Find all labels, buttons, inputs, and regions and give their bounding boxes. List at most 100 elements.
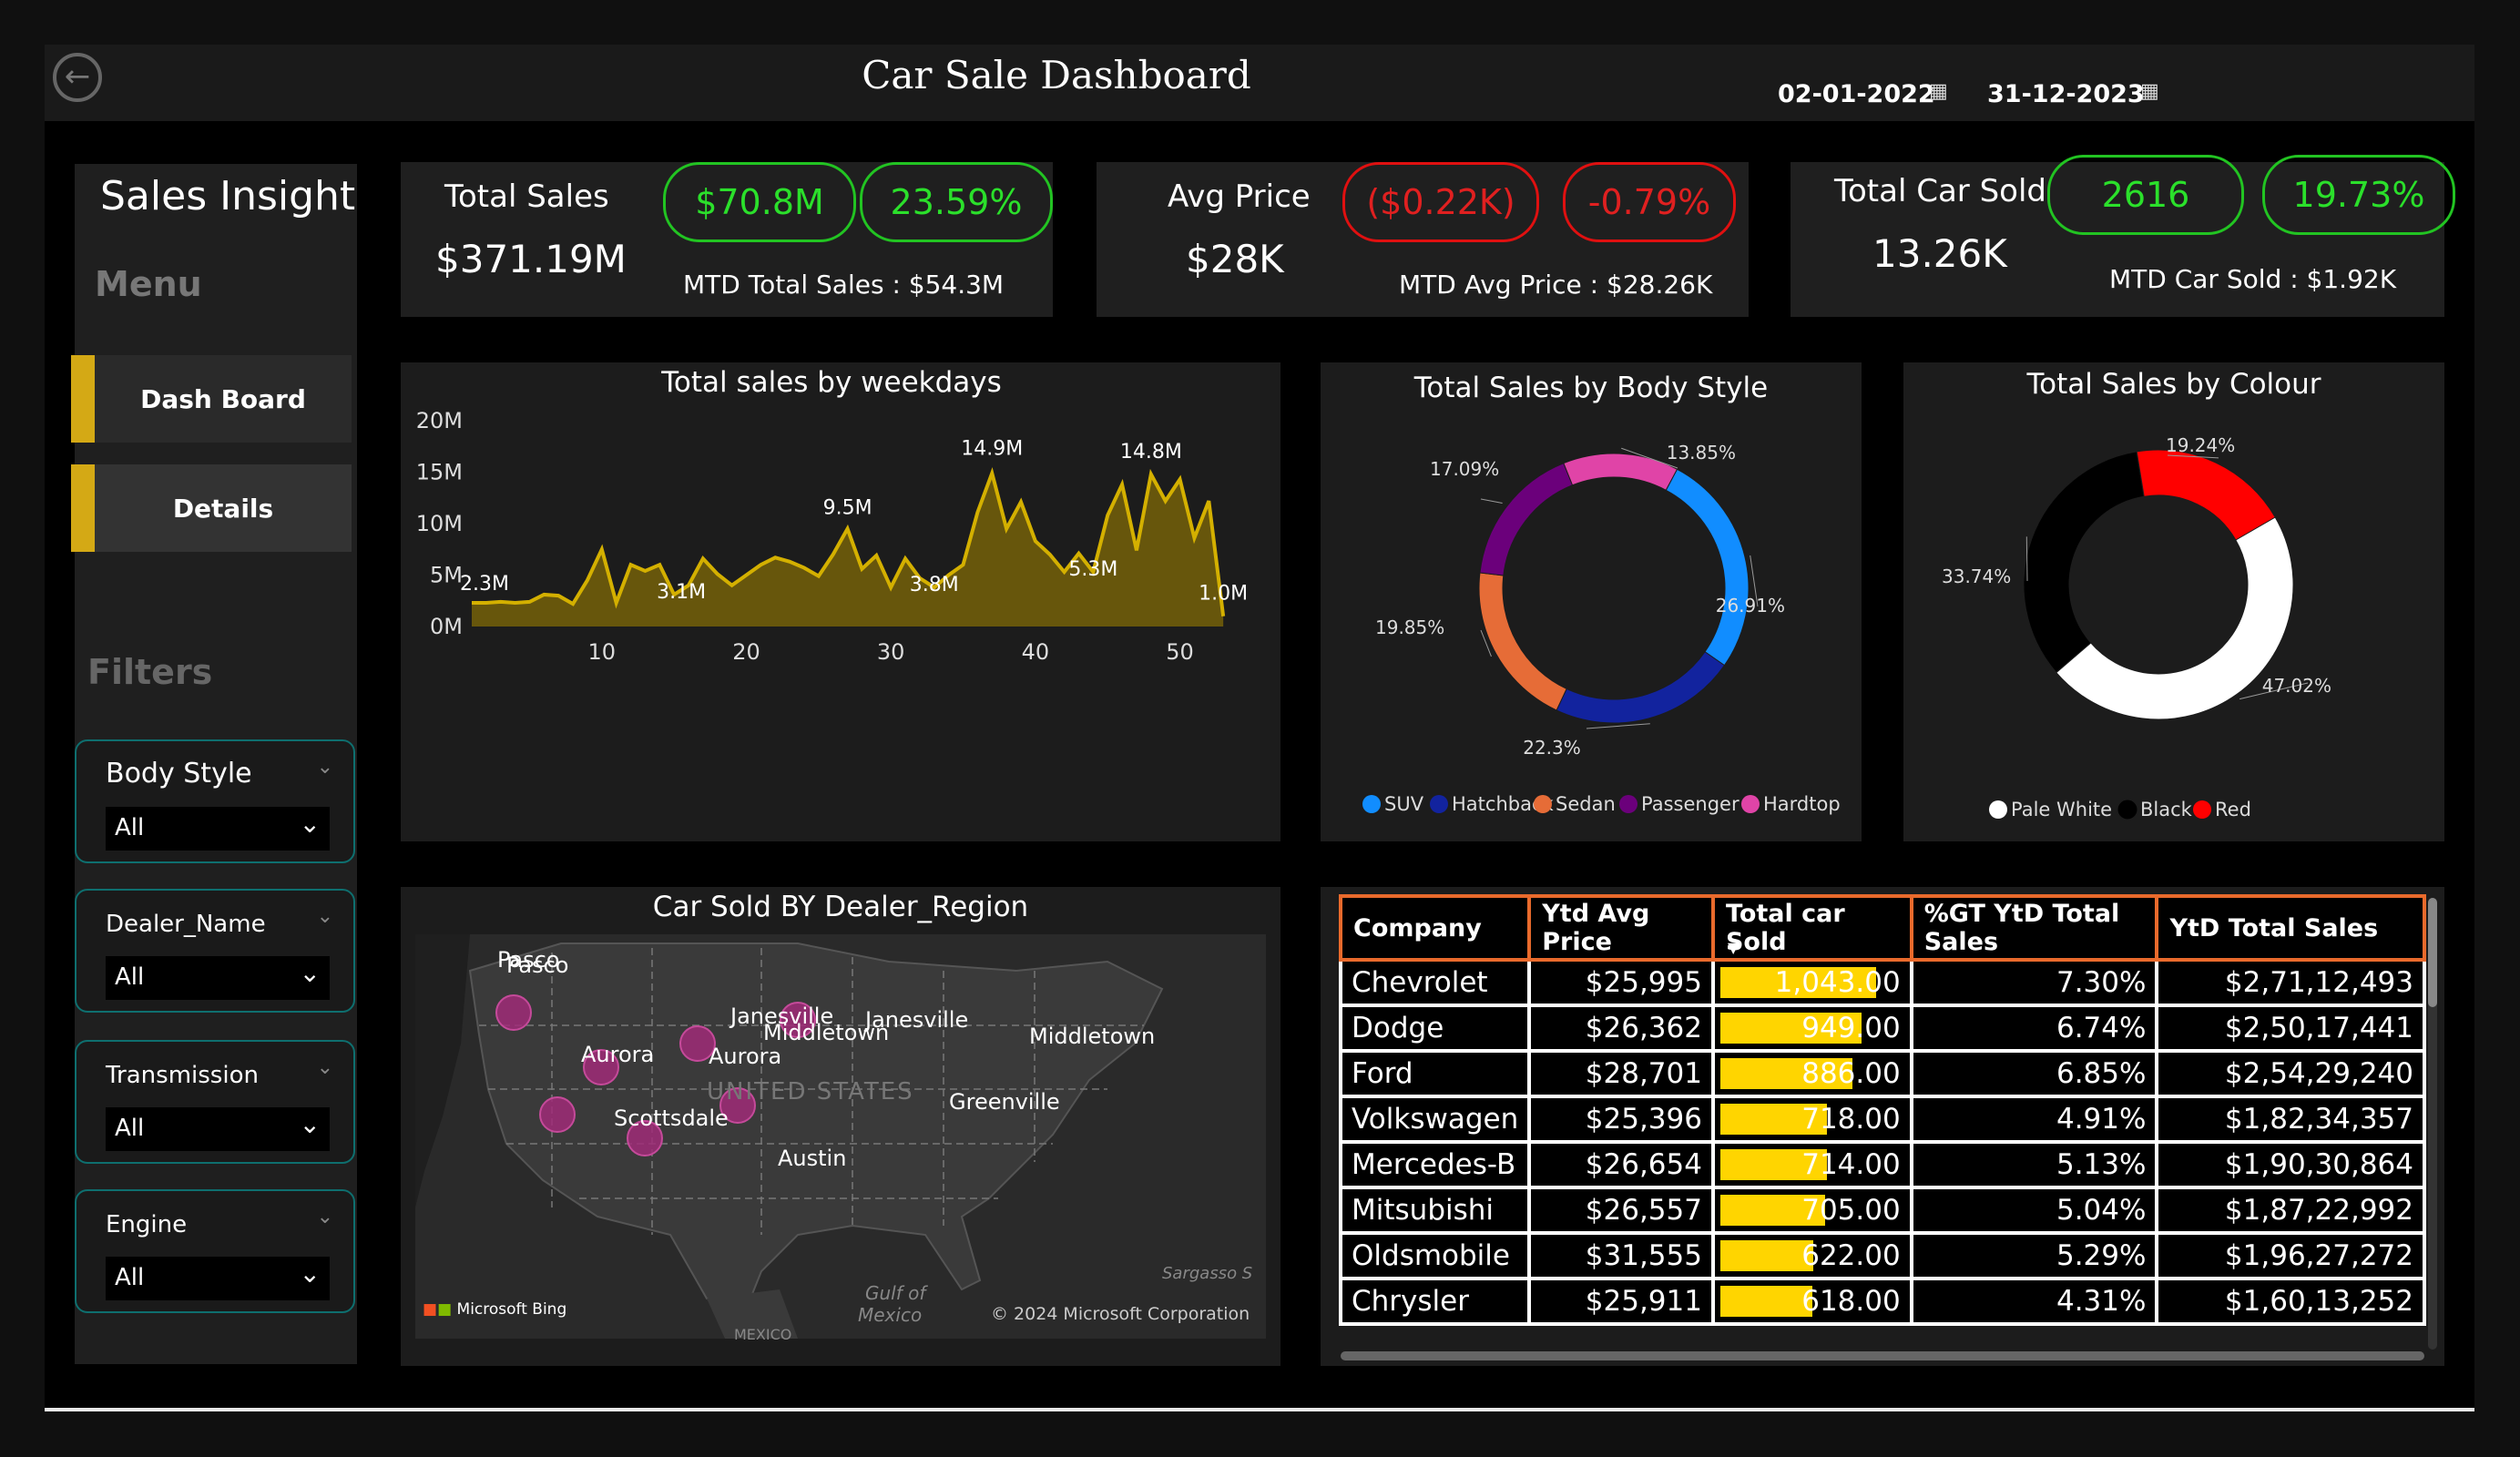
scrollbar-thumb[interactable]: [2428, 898, 2437, 1007]
table-cell-company: Mitsubishi: [1339, 1186, 1532, 1235]
chevron-down-icon: ⌄: [299, 958, 321, 988]
chevron-down-icon[interactable]: ⌄: [317, 756, 333, 779]
map-bubble: [495, 994, 532, 1031]
table-cell-total: $1,82,34,357: [2155, 1095, 2426, 1144]
legend-marker: [1741, 795, 1760, 813]
cell-text: 705.00: [1801, 1194, 1901, 1227]
slice-label: 19.85%: [1375, 616, 1444, 638]
chart-title: Car Sold BY Dealer_Region: [652, 891, 1029, 923]
table-horizontal-scrollbar[interactable]: [1341, 1351, 2424, 1360]
table-vertical-scrollbar[interactable]: [2428, 898, 2437, 1350]
body-style-donut[interactable]: 26.91%22.3%19.85%17.09%13.85%SUV Hatchbac…: [1321, 362, 1862, 841]
column-header-pct-gt[interactable]: %GT YtD Total Sales: [1909, 894, 2159, 962]
sort-desc-icon[interactable]: ▼: [1728, 939, 1739, 956]
engine-select[interactable]: All ⌄: [106, 1257, 330, 1300]
table-row[interactable]: Volkswagen $25,396 718.00 4.91% $1,82,34,357: [1339, 1095, 2426, 1144]
table-row[interactable]: Dodge $26,362 949.00 6.74% $2,50,17,441: [1339, 1004, 2426, 1053]
table-row[interactable]: Mercedes-B $26,654 714.00 5.13% $1,90,30,864: [1339, 1140, 2426, 1189]
colour-donut[interactable]: 47.02% 33.74% 19.24% Pale White Black Red: [1903, 362, 2444, 841]
legend-marker: [1619, 795, 1637, 813]
end-date[interactable]: 31-12-2023: [1987, 80, 2145, 108]
table-row[interactable]: Oldsmobile $31,555 622.00 5.29% $1,96,27,272: [1339, 1231, 2426, 1280]
colour-card: Total Sales by Colour 47.02% 33.74% 19.24%…: [1903, 362, 2444, 841]
chevron-down-icon[interactable]: ⌄: [317, 905, 333, 928]
table-cell-pct: 6.74%: [1909, 1004, 2159, 1053]
x-tick-label: 20: [732, 639, 760, 665]
start-date[interactable]: 02-01-2022: [1778, 80, 1935, 108]
slicer-label: Body Style: [106, 758, 252, 790]
kpi-delta-pct: 23.59%: [860, 162, 1053, 242]
table-row[interactable]: Mitsubishi $26,557 705.00 5.04% $1,87,22,992: [1339, 1186, 2426, 1235]
nav-dashboard-button[interactable]: Dash Board: [71, 355, 352, 443]
column-header-avg-price[interactable]: Ytd Avg Price: [1527, 894, 1715, 962]
kpi-delta-value: 2616: [2047, 155, 2244, 235]
map-bubble: [539, 1096, 576, 1133]
legend-marker: [1430, 795, 1448, 813]
leader-line: [1586, 723, 1650, 729]
donut-slice: [1563, 453, 1678, 491]
table-cell-avg-price: $28,701: [1527, 1049, 1715, 1098]
table-cell-pct: 7.30%: [1909, 958, 2159, 1007]
slicer-body-style: Body Style ⌄ All ⌄: [75, 739, 355, 863]
legend-marker: [2117, 800, 2137, 820]
kpi-delta-pct: 19.73%: [2262, 155, 2455, 235]
slicer-engine: Engine ⌄ All ⌄: [75, 1189, 355, 1313]
slicer-transmission: Transmission ⌄ All ⌄: [75, 1040, 355, 1164]
weekday-area-chart[interactable]: 20M 15M 10M 5M 0M 10 20 30 40 50 2.3M 3.1M 9.5M 3.8M 1…: [401, 362, 1280, 841]
data-bar: [1719, 1286, 1813, 1317]
calendar-icon[interactable]: ▦: [2140, 80, 2159, 103]
legend-item: SUV: [1384, 793, 1424, 815]
table-row[interactable]: Chevrolet $25,995 1,043.00 7.30% $2,71,12,49…: [1339, 958, 2426, 1007]
table-cell-total: $1,87,22,992: [2155, 1186, 2426, 1235]
table-cell-pct: 6.85%: [1909, 1049, 2159, 1098]
dealer-name-select[interactable]: All ⌄: [106, 956, 330, 1000]
table-row[interactable]: Chrysler $25,911 618.00 4.31% $1,60,13,252: [1339, 1277, 2426, 1326]
table-cell-avg-price: $31,555: [1527, 1231, 1715, 1280]
table-cell-total: $2,50,17,441: [2155, 1004, 2426, 1053]
kpi-value: $371.19M: [435, 237, 627, 281]
data-label: 1.0M: [1199, 583, 1248, 606]
column-header-total-sold[interactable]: Total car Sold ▼: [1710, 894, 1913, 962]
map-card: Car Sold BY Dealer_Region Pasco Aurora J…: [401, 887, 1280, 1366]
sidebar-title: Sales Insight: [100, 173, 356, 219]
donut-slice: [2056, 516, 2294, 720]
data-label: 14.9M: [961, 438, 1023, 461]
table-cell-sold: 714.00: [1710, 1140, 1913, 1189]
chevron-down-icon[interactable]: ⌄: [317, 1056, 333, 1079]
table-cell-pct: 5.29%: [1909, 1231, 2159, 1280]
table-cell-total: $2,54,29,240: [2155, 1049, 2426, 1098]
chevron-down-icon: ⌄: [299, 1258, 321, 1289]
table-row[interactable]: Ford $28,701 886.00 6.85% $2,54,29,240: [1339, 1049, 2426, 1098]
kpi-label: Total Sales: [444, 178, 609, 215]
filters-label: Filters: [87, 652, 213, 692]
table-cell-pct: 5.13%: [1909, 1140, 2159, 1189]
chevron-down-icon[interactable]: ⌄: [317, 1206, 333, 1228]
kpi-value: 13.26K: [1872, 231, 2007, 276]
kpi-label: Avg Price: [1168, 178, 1311, 215]
table-cell-total: $1,96,27,272: [2155, 1231, 2426, 1280]
donut-slice: [1556, 651, 1726, 724]
transmission-select[interactable]: All ⌄: [106, 1107, 330, 1151]
kpi-label: Total Car Sold: [1834, 173, 2046, 209]
calendar-icon[interactable]: ▦: [1929, 80, 1948, 103]
body-style-select[interactable]: All ⌄: [106, 807, 330, 851]
table-cell-company: Oldsmobile: [1339, 1231, 1532, 1280]
dealer-region-map[interactable]: Pasco Aurora Janesville Middletown: [415, 934, 1266, 1339]
table-cell-avg-price: $26,362: [1527, 1004, 1715, 1053]
leader-line: [2025, 536, 2028, 582]
legend-item: Hardtop: [1763, 793, 1841, 815]
column-header-company[interactable]: Company: [1339, 894, 1532, 962]
table-cell-sold: 949.00: [1710, 1004, 1913, 1053]
x-tick-label: 40: [1022, 639, 1050, 665]
menu-label: Menu: [95, 264, 202, 304]
select-value: All: [115, 963, 145, 991]
column-header-label: Total car Sold: [1725, 900, 1845, 956]
kpi-mtd: MTD Avg Price : $28.26K: [1399, 270, 1713, 300]
column-header-ytd-total[interactable]: YtD Total Sales: [2155, 894, 2426, 962]
table-cell-sold: 618.00: [1710, 1277, 1913, 1326]
data-label: 3.1M: [657, 581, 706, 604]
donut-slice: [2023, 451, 2145, 674]
table-cell-total: $1,60,13,252: [2155, 1277, 2426, 1326]
table-cell-pct: 4.31%: [1909, 1277, 2159, 1326]
nav-details-button[interactable]: Details: [71, 464, 352, 552]
